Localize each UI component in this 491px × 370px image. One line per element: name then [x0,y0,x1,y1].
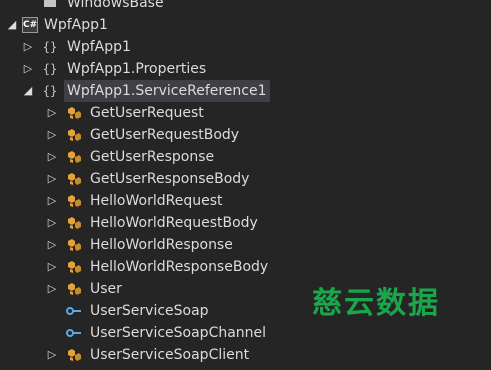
tree-item-namespace[interactable]: ▷ {} WpfApp1 [0,36,491,58]
chevron-collapsed-icon[interactable]: ▷ [22,36,34,58]
tree-item-label: WindowsBase [67,0,164,11]
assembly-icon [42,0,58,11]
tree-item-label: HelloWorldRequest [90,193,223,209]
watermark: 慈云数据 [312,286,440,321]
chevron-collapsed-icon[interactable]: ▷ [46,212,58,234]
tree-item-label: WpfApp1.Properties [67,61,207,77]
tree-item-label: HelloWorldResponse [90,237,233,253]
tree-item-type[interactable]: ▷ HelloWorldRequest [0,190,491,212]
class-icon [66,237,82,253]
namespace-icon: {} [42,84,58,98]
tree-item-type[interactable]: ▷ HelloWorldResponse [0,234,491,256]
tree-item-namespace[interactable]: ◢ {} WpfApp1.ServiceReference1 [0,80,491,102]
chevron-collapsed-icon[interactable]: ▷ [46,344,58,366]
tree-item-type[interactable]: ▷ HelloWorldResponseBody [0,256,491,278]
chevron-collapsed-icon[interactable]: ▷ [46,256,58,278]
interface-icon [66,303,82,319]
tree-item-label: User [90,281,122,297]
tree-item-label: GetUserRequestBody [90,127,240,143]
tree-item-type[interactable]: ▷ HelloWorldRequestBody [0,212,491,234]
tree-item-windowsbase[interactable]: WindowsBase [0,0,491,14]
chevron-expanded-icon[interactable]: ◢ [22,80,34,102]
namespace-icon: {} [42,40,58,54]
tree-item-label: WpfApp1 [44,17,108,33]
class-icon [66,193,82,209]
class-icon [66,259,82,275]
tree-item-type[interactable]: ▷ GetUserResponseBody [0,168,491,190]
class-icon [66,127,82,143]
tree-item-type[interactable]: ▷ GetUserRequestBody [0,124,491,146]
chevron-expanded-icon[interactable]: ◢ [6,14,18,36]
tree-item-label: UserServiceSoapClient [90,347,250,363]
chevron-collapsed-icon[interactable]: ▷ [46,190,58,212]
tree-item-project[interactable]: ◢ C# WpfApp1 [0,14,491,36]
chevron-collapsed-icon[interactable]: ▷ [46,168,58,190]
class-icon [66,215,82,231]
class-icon [66,281,82,297]
tree-item-label: UserServiceSoap [90,303,209,319]
tree-item-type[interactable]: ▷ GetUserResponse [0,146,491,168]
class-icon [66,149,82,165]
tree-item-label: HelloWorldRequestBody [90,215,258,231]
chevron-collapsed-icon[interactable]: ▷ [46,124,58,146]
chevron-collapsed-icon[interactable]: ▷ [46,146,58,168]
csharp-project-icon: C# [22,17,38,33]
tree-item-type[interactable]: ▷ GetUserRequest [0,102,491,124]
tree-item-label: GetUserRequest [90,105,204,121]
interface-icon [66,325,82,341]
tree-item-type[interactable]: UserServiceSoapChannel [0,322,491,344]
tree-item-label: HelloWorldResponseBody [90,259,269,275]
tree-item-label: WpfApp1.ServiceReference1 [64,80,270,102]
namespace-icon: {} [42,62,58,76]
chevron-collapsed-icon[interactable]: ▷ [22,58,34,80]
class-icon [66,171,82,187]
tree-item-label: GetUserResponse [90,149,215,165]
tree-item-label: WpfApp1 [67,39,131,55]
tree-item-label: GetUserResponseBody [90,171,250,187]
tree-item-label: UserServiceSoapChannel [90,325,267,341]
tree-item-namespace[interactable]: ▷ {} WpfApp1.Properties [0,58,491,80]
chevron-collapsed-icon[interactable]: ▷ [46,102,58,124]
chevron-collapsed-icon[interactable]: ▷ [46,278,58,300]
class-icon [66,105,82,121]
chevron-collapsed-icon[interactable]: ▷ [46,234,58,256]
tree-item-type[interactable]: ▷ UserServiceSoapClient [0,344,491,366]
